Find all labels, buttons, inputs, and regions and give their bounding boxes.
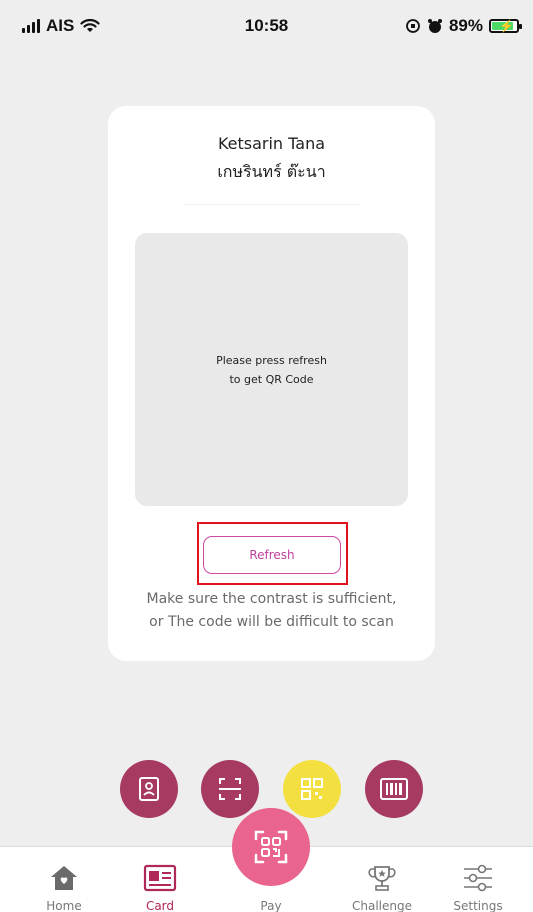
- barcode-mode-button[interactable]: [365, 760, 423, 818]
- nav-pay-label: Pay: [260, 899, 282, 912]
- scan-mode-button[interactable]: [201, 760, 259, 818]
- battery-icon: ⚡: [489, 19, 522, 33]
- contrast-hint-line1: Make sure the contrast is sufficient,: [146, 591, 397, 607]
- qr-mode-button[interactable]: [283, 760, 341, 818]
- qr-placeholder-line2: to get QR Code: [229, 372, 314, 386]
- status-bar: AIS 10:58 89% ⚡: [0, 0, 533, 52]
- member-name-th: เกษรินทร์ ต๊ะนา: [217, 162, 326, 181]
- nav-challenge[interactable]: Challenge: [337, 847, 427, 912]
- qr-code-area: Please press refresh to get QR Code: [135, 233, 408, 506]
- trophy-icon: [365, 861, 399, 895]
- nav-settings-label: Settings: [453, 899, 503, 912]
- nav-challenge-label: Challenge: [352, 899, 412, 912]
- settings-sliders-icon: [461, 861, 495, 895]
- orientation-lock-icon: [406, 19, 420, 33]
- barcode-icon: [380, 778, 408, 800]
- member-card-icon: [143, 861, 177, 895]
- alarm-icon: [427, 19, 442, 33]
- pay-button[interactable]: [232, 808, 310, 886]
- nav-settings[interactable]: Settings: [433, 847, 523, 912]
- id-card-mode-button[interactable]: [120, 760, 178, 818]
- scan-icon: [219, 778, 241, 800]
- nav-home-label: Home: [46, 899, 82, 912]
- status-right: 89% ⚡: [405, 16, 522, 36]
- id-card-icon: [139, 777, 159, 801]
- qr-code-icon: [301, 778, 323, 800]
- refresh-button[interactable]: Refresh: [203, 536, 341, 574]
- qr-placeholder-line1: Please press refresh: [216, 353, 327, 367]
- qr-scan-pay-icon: [254, 830, 288, 864]
- nav-card-label: Card: [145, 899, 175, 912]
- nav-home[interactable]: Home: [19, 847, 109, 912]
- member-name-en: Ketsarin Tana: [217, 134, 326, 153]
- battery-percent: 89%: [448, 16, 483, 35]
- contrast-hint-line2: or The code will be difficult to scan: [149, 614, 394, 630]
- home-icon: [47, 861, 81, 895]
- divider: [183, 204, 360, 205]
- charging-icon: ⚡: [499, 19, 514, 33]
- nav-card[interactable]: Card: [115, 847, 205, 912]
